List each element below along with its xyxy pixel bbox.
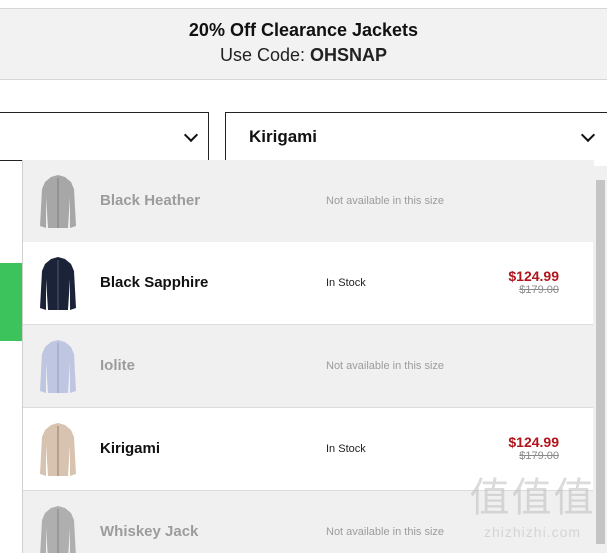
jacket-thumbnail [37,504,79,553]
color-select[interactable]: Kirigami [225,112,607,161]
promo-title: 20% Off Clearance Jackets [188,20,419,40]
color-option-name: Black Heather [100,192,201,209]
availability-status: Not available in this size [326,360,445,372]
promo-code-line: Use Code: OHSNAP [0,45,607,66]
jacket-icon [40,175,76,228]
add-to-cart-button-edge[interactable] [0,263,22,341]
sale-price: $124.99 [508,268,559,284]
promo-code-prefix: Use Code: [219,45,311,65]
chevron-down-icon [183,127,199,143]
jacket-thumbnail [37,255,79,313]
jacket-thumbnail [37,338,79,396]
jacket-icon [40,423,76,476]
jacket-icon [40,340,76,393]
availability-status: In Stock [326,277,366,289]
watermark: 值值值 zhizhizhi.com [458,472,607,553]
watermark-text: zhizhizhi.com [483,524,582,540]
promo-banner: 20% Off Clearance Jackets Use Code: OHSN… [0,8,607,80]
watermark-logo: 值值值 [469,475,596,521]
color-option-name: Black Sapphire [100,274,209,291]
jacket-thumbnail [37,421,79,479]
color-option-iolite[interactable]: Iolite Not available in this size [23,325,594,408]
availability-status: Not available in this size [326,526,445,538]
size-select[interactable] [0,112,209,161]
jacket-thumbnail [37,173,79,231]
promo-code: OHSNAP [310,45,388,65]
color-option-black-heather[interactable]: Black Heather Not available in this size [23,160,594,243]
jacket-icon [40,506,76,553]
color-option-name: Whiskey Jack [100,523,199,540]
jacket-icon [40,257,76,310]
availability-status: Not available in this size [326,195,445,207]
chevron-down-icon [580,127,596,143]
color-option-name: Iolite [100,357,136,374]
color-select-value: Kirigami [249,127,318,146]
original-price: $179.00 [519,284,559,296]
original-price: $179.00 [519,450,559,462]
color-option-black-sapphire[interactable]: Black Sapphire In Stock $124.99 $179.00 [23,242,594,325]
color-option-name: Kirigami [100,440,161,457]
sale-price: $124.99 [508,434,559,450]
availability-status: In Stock [326,443,366,455]
